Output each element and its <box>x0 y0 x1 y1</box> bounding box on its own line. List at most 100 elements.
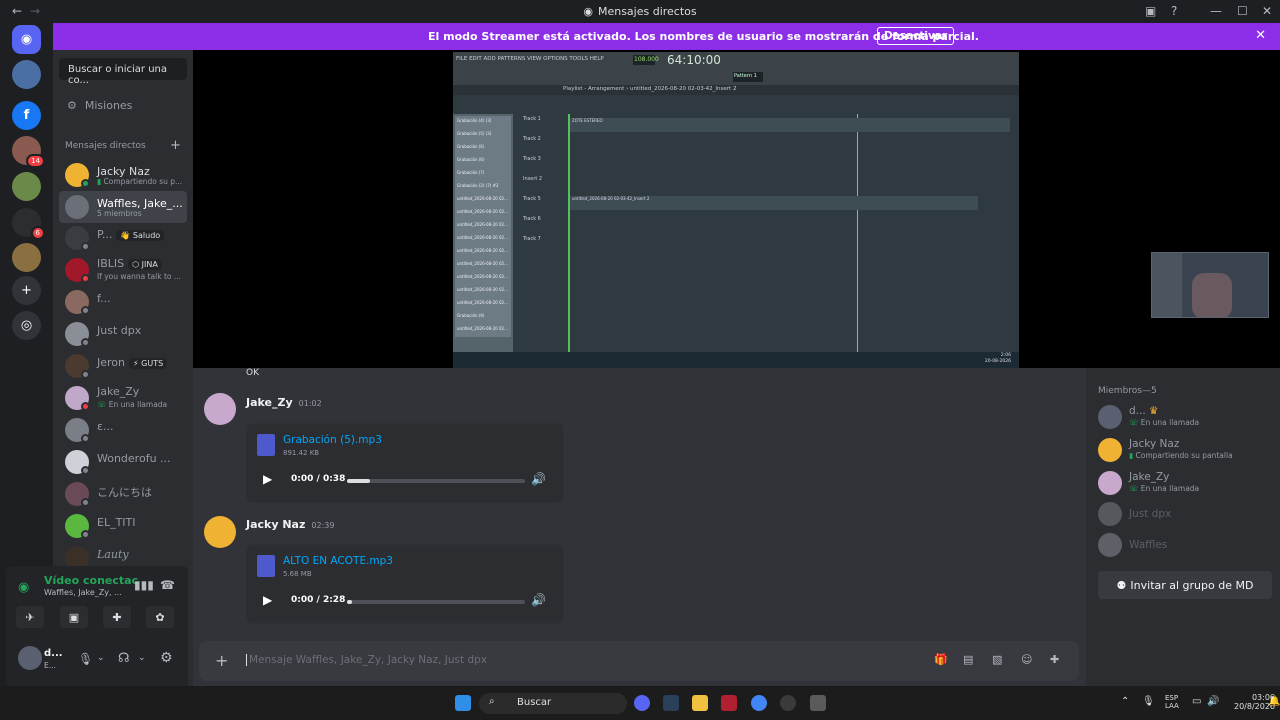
dm-item-selected[interactable]: Waffles, Jake_... 5 miembros <box>59 191 187 223</box>
chrome-taskbar-icon[interactable] <box>751 695 767 711</box>
camera-off-button[interactable]: ✈ <box>16 606 44 628</box>
home-button[interactable]: ◉ <box>12 25 41 54</box>
clan-tag: ⚡ GUTS <box>129 358 168 369</box>
close-button[interactable]: ✕ <box>1262 4 1272 18</box>
dm-item[interactable]: Jacky Naz ▮ Compartiendo su p... <box>59 159 187 191</box>
member-item[interactable]: Waffles <box>1098 531 1274 561</box>
volume-tray-icon[interactable]: 🔊 <box>1207 696 1219 707</box>
discord-taskbar-icon[interactable] <box>634 695 650 711</box>
members-header: Miembros—5 <box>1098 386 1157 396</box>
message-author[interactable]: Jacky Naz 02:39 <box>246 518 334 531</box>
volume-icon[interactable]: 🔊 <box>531 593 546 607</box>
dm-item[interactable]: Jeron ⚡ GUTS <box>59 350 187 382</box>
dm-item[interactable]: Wonderofu ... <box>59 446 187 478</box>
dm-item[interactable]: Jake_Zy ☏ En una llamada <box>59 382 187 414</box>
app-taskbar-icon[interactable] <box>721 695 737 711</box>
play-icon[interactable]: ▶ <box>263 593 272 607</box>
message-input[interactable]: Mensaje Waffles, Jake_Zy, Jacky Naz, Jus… <box>246 654 487 666</box>
start-icon[interactable] <box>455 695 471 711</box>
audio-file-size: 891.42 KB <box>283 449 320 457</box>
user-avatar[interactable] <box>18 646 42 670</box>
deactivate-button[interactable]: Desactivar <box>877 27 955 45</box>
play-icon[interactable]: ▶ <box>263 472 272 486</box>
playlist-toolbar: Playlist - Arrangement › untitled_2026-0… <box>453 85 1019 95</box>
headphones-icon[interactable]: ☊ <box>118 651 130 666</box>
apps-icon[interactable]: ✚ <box>1050 653 1064 667</box>
server-icon[interactable]: 6 <box>12 208 45 240</box>
minimize-button[interactable]: — <box>1210 4 1222 18</box>
user-name: d... <box>44 648 63 659</box>
discover-icon[interactable]: ◎ <box>12 311 41 340</box>
member-item[interactable]: Just dpx <box>1098 500 1274 530</box>
server-icon[interactable] <box>12 243 41 272</box>
steam-taskbar-icon[interactable] <box>663 695 679 711</box>
file-explorer-icon[interactable] <box>692 695 708 711</box>
phone-icon: ☏ <box>97 400 109 409</box>
dm-item[interactable]: EL_TITI <box>59 510 187 542</box>
soundboard-button[interactable]: ✿ <box>146 606 174 628</box>
noise-suppression-icon[interactable]: ▮▮▮ <box>134 578 154 592</box>
add-server-icon[interactable]: + <box>12 276 41 305</box>
search-input[interactable]: Buscar o iniciar una co... <box>59 58 187 86</box>
audio-file-name[interactable]: ALTO EN ACOTE.mp3 <box>283 555 393 567</box>
member-item[interactable]: Jake_Zy ☏ En una llamada <box>1098 469 1274 499</box>
audio-file-name[interactable]: Grabación (5).mp3 <box>283 434 382 446</box>
app-taskbar-icon[interactable] <box>780 695 796 711</box>
audio-file-icon <box>257 434 275 456</box>
server-icon[interactable]: 14 <box>12 136 45 168</box>
audio-progress-fill <box>347 600 353 604</box>
notification-icon[interactable]: 🔔 <box>1268 696 1280 707</box>
microphone-tray-icon[interactable]: 🎙 <box>1142 696 1155 707</box>
dm-item[interactable]: P... 👋 Saludo <box>59 222 187 254</box>
language-indicator[interactable]: ESP LAA <box>1165 694 1179 710</box>
chevron-down-icon[interactable]: ⌄ <box>138 653 146 663</box>
sticker-icon[interactable]: ▧ <box>992 653 1006 667</box>
help-icon[interactable]: ? <box>1171 4 1177 18</box>
disconnect-icon[interactable]: ☎ <box>160 578 175 592</box>
message-avatar[interactable] <box>204 393 236 425</box>
attach-plus-icon[interactable]: + <box>215 651 228 670</box>
app-taskbar-icon[interactable] <box>810 695 826 711</box>
tray-chevron-icon[interactable]: ⌃ <box>1121 696 1129 707</box>
server-icon[interactable] <box>12 172 41 201</box>
close-icon[interactable]: ✕ <box>1255 28 1266 43</box>
network-icon[interactable]: ▭ <box>1192 696 1201 707</box>
avatar <box>1098 533 1122 557</box>
gif-icon[interactable]: ▤ <box>963 653 977 667</box>
taskbar-search[interactable]: ⌕ Buscar <box>479 693 627 714</box>
add-dm-icon[interactable]: + <box>170 138 181 153</box>
audio-progress-bar[interactable] <box>347 479 525 483</box>
chevron-down-icon[interactable]: ⌄ <box>97 653 105 663</box>
audio-progress-bar[interactable] <box>347 600 525 604</box>
webcam-preview[interactable] <box>1151 252 1269 318</box>
server-icon[interactable] <box>12 60 41 89</box>
dm-item[interactable]: ε... <box>59 414 187 446</box>
missions-item[interactable]: ⚙ Misiones <box>67 99 132 112</box>
settings-icon[interactable]: ⚙ <box>160 650 173 666</box>
discord-logo-icon: ◉ <box>583 5 593 18</box>
emoji-icon[interactable]: ☺ <box>1021 653 1035 667</box>
dm-item[interactable]: IBLIS ⬡ JINA If you wanna talk to ... <box>59 254 187 286</box>
playlist-title: Playlist - Arrangement › untitled_2026-0… <box>563 86 737 92</box>
facebook-server-icon[interactable]: f <box>12 101 41 130</box>
screen-share-button[interactable]: ▣ <box>60 606 88 628</box>
dm-item[interactable]: f... <box>59 286 187 318</box>
shared-screen[interactable]: FILE EDIT ADD PATTERNS VIEW OPTIONS TOOL… <box>453 52 1019 368</box>
microphone-icon[interactable]: 🎙 <box>78 652 93 666</box>
volume-icon[interactable]: 🔊 <box>531 472 546 486</box>
message-author[interactable]: Jake_Zy 01:02 <box>246 396 322 409</box>
activities-button[interactable]: ✚ <box>103 606 131 628</box>
invite-button[interactable]: ⚉ Invitar al grupo de MD <box>1098 571 1272 599</box>
message-avatar[interactable] <box>204 516 236 548</box>
audio-attachment: Grabación (5).mp3 891.42 KB ▶ 0:00 / 0:3… <box>246 423 564 503</box>
inbox-icon[interactable]: ▣ <box>1145 4 1156 18</box>
dm-name: EL_TITI <box>97 516 136 529</box>
voice-status[interactable]: Vídeo conectac <box>44 574 138 587</box>
member-item[interactable]: Jacky Naz ▮ Compartiendo su pantalla <box>1098 436 1274 466</box>
member-item[interactable]: d... ♛ ☏ En una llamada <box>1098 403 1274 433</box>
maximize-button[interactable]: ☐ <box>1237 4 1248 18</box>
dm-item[interactable]: Just dpx <box>59 318 187 350</box>
gift-icon[interactable]: 🎁 <box>934 653 948 667</box>
voice-channel[interactable]: Waffles, Jake_Zy, ... <box>44 588 122 597</box>
dm-item[interactable]: こんにちは <box>59 478 187 510</box>
